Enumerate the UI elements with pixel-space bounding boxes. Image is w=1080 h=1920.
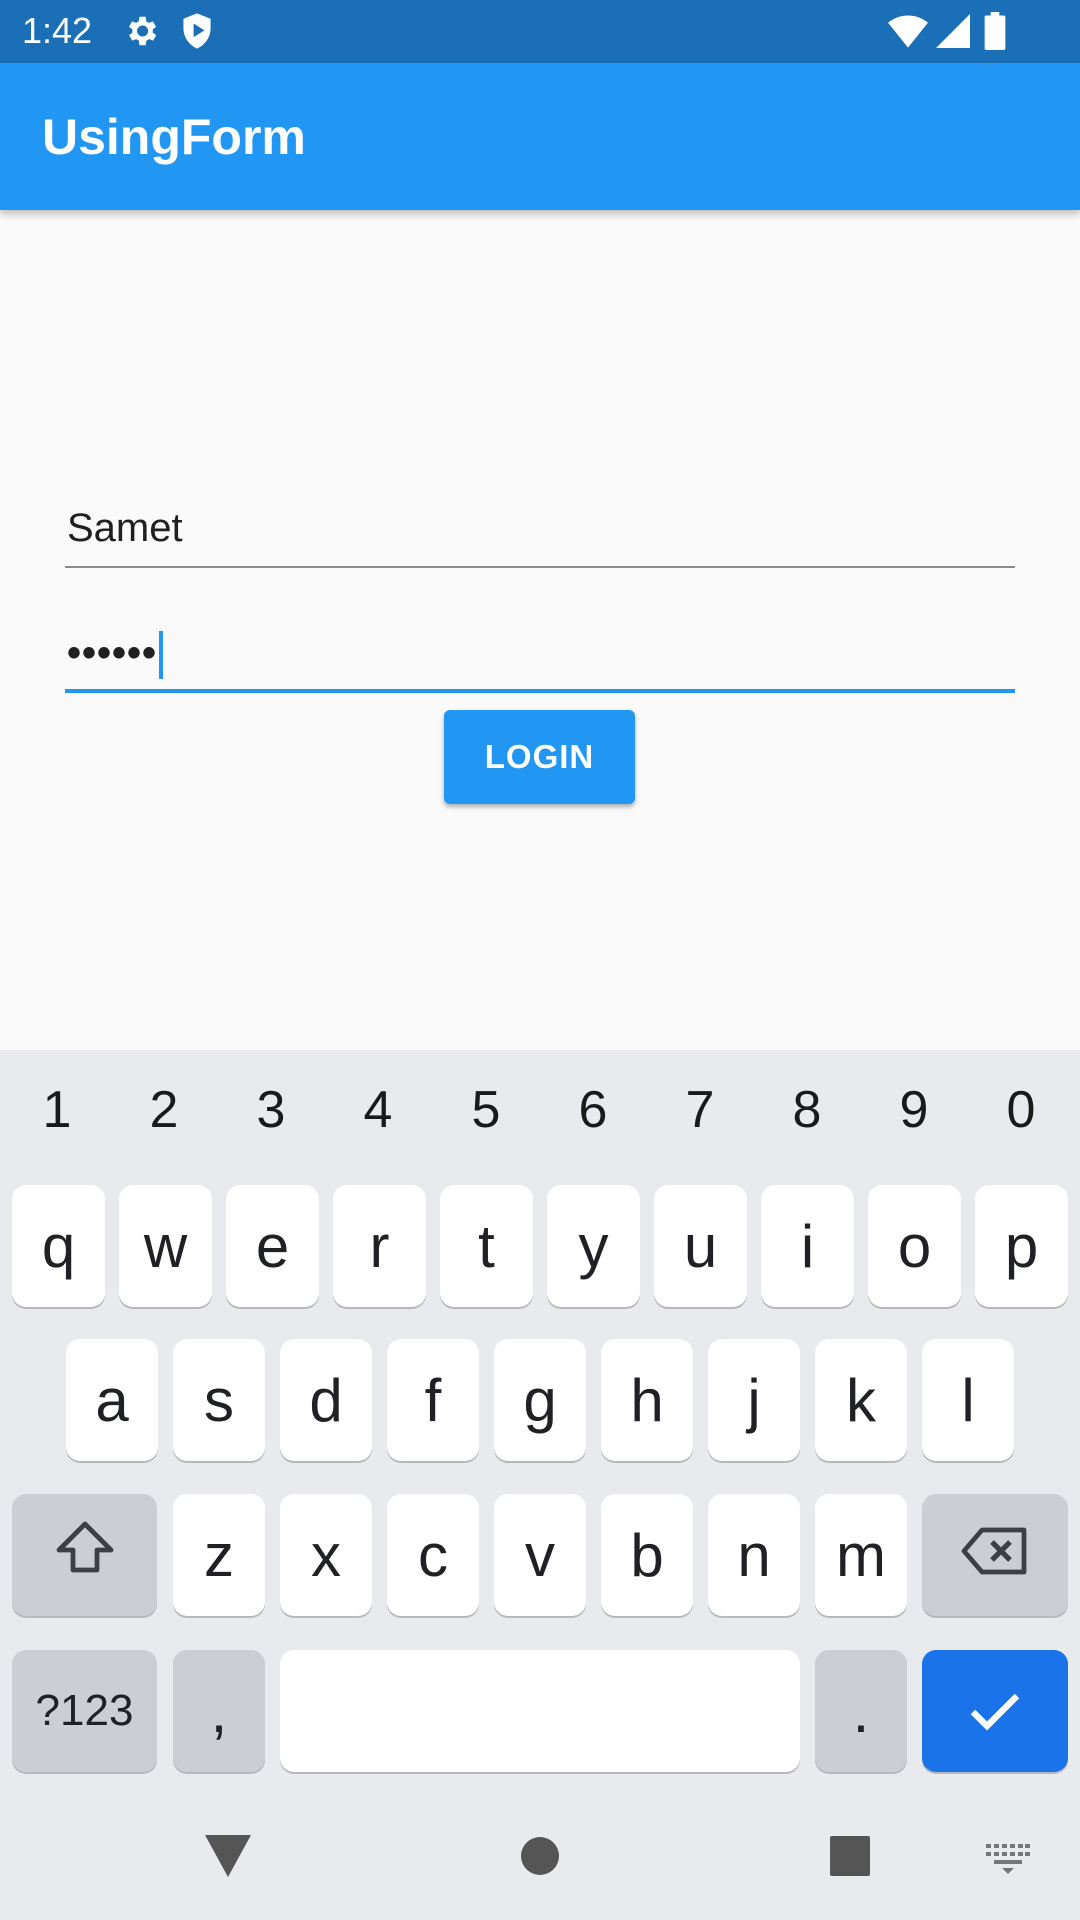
gear-icon — [122, 12, 160, 55]
key-e[interactable]: e — [226, 1185, 319, 1307]
key-1[interactable]: 1 — [27, 1080, 87, 1140]
key-v[interactable]: v — [494, 1494, 586, 1616]
key-7[interactable]: 7 — [670, 1080, 730, 1140]
key-h[interactable]: h — [601, 1339, 693, 1461]
key-4[interactable]: 4 — [348, 1080, 408, 1140]
key-3[interactable]: 3 — [241, 1080, 301, 1140]
checkmark-icon — [969, 1677, 1021, 1746]
home-icon[interactable] — [520, 1836, 560, 1881]
key-u[interactable]: u — [654, 1185, 747, 1307]
shift-icon — [55, 1520, 115, 1590]
key-d[interactable]: d — [280, 1339, 372, 1461]
app-title: UsingForm — [42, 109, 306, 165]
soft-keyboard — [0, 1050, 1080, 1920]
key-2[interactable]: 2 — [134, 1080, 194, 1140]
battery-icon — [984, 12, 1006, 55]
space-key[interactable] — [280, 1650, 800, 1772]
key-g[interactable]: g — [494, 1339, 586, 1461]
key-y[interactable]: y — [547, 1185, 640, 1307]
username-value: Samet — [67, 506, 183, 550]
username-underline — [65, 566, 1015, 568]
comma-key[interactable]: , — [173, 1650, 265, 1772]
key-m[interactable]: m — [815, 1494, 907, 1616]
key-9[interactable]: 9 — [884, 1080, 944, 1140]
done-key[interactable] — [922, 1650, 1068, 1772]
key-s[interactable]: s — [173, 1339, 265, 1461]
keyboard-switch-icon[interactable] — [986, 1844, 1030, 1879]
password-underline — [65, 689, 1015, 693]
signal-icon — [936, 14, 970, 53]
key-p[interactable]: p — [975, 1185, 1068, 1307]
symbols-key[interactable]: ?123 — [12, 1650, 157, 1772]
key-t[interactable]: t — [440, 1185, 533, 1307]
key-n[interactable]: n — [708, 1494, 800, 1616]
status-time: 1:42 — [22, 10, 93, 51]
username-field[interactable]: Samet — [65, 488, 1015, 568]
key-8[interactable]: 8 — [777, 1080, 837, 1140]
period-key[interactable]: . — [815, 1650, 907, 1772]
key-z[interactable]: z — [173, 1494, 265, 1616]
key-q[interactable]: q — [12, 1185, 105, 1307]
key-a[interactable]: a — [66, 1339, 158, 1461]
key-l[interactable]: l — [922, 1339, 1014, 1461]
key-0[interactable]: 0 — [991, 1080, 1051, 1140]
text-cursor — [159, 631, 164, 680]
password-field[interactable]: •••••• — [65, 613, 1015, 693]
key-j[interactable]: j — [708, 1339, 800, 1461]
key-5[interactable]: 5 — [456, 1080, 516, 1140]
key-f[interactable]: f — [387, 1339, 479, 1461]
backspace-key[interactable] — [922, 1494, 1068, 1616]
status-bar: 1:42 — [0, 0, 1080, 63]
key-b[interactable]: b — [601, 1494, 693, 1616]
backspace-icon — [960, 1521, 1030, 1590]
password-value: •••••• — [67, 631, 158, 675]
wifi-icon — [888, 14, 928, 53]
back-icon[interactable] — [205, 1835, 251, 1882]
key-w[interactable]: w — [119, 1185, 212, 1307]
key-i[interactable]: i — [761, 1185, 854, 1307]
app-bar: UsingForm — [0, 63, 1080, 210]
key-x[interactable]: x — [280, 1494, 372, 1616]
password-value-wrap: •••••• — [67, 631, 164, 680]
key-r[interactable]: r — [333, 1185, 426, 1307]
key-o[interactable]: o — [868, 1185, 961, 1307]
key-6[interactable]: 6 — [563, 1080, 623, 1140]
shield-icon — [180, 12, 214, 55]
shift-key[interactable] — [12, 1494, 157, 1616]
key-k[interactable]: k — [815, 1339, 907, 1461]
login-button[interactable]: LOGIN — [444, 710, 635, 804]
key-c[interactable]: c — [387, 1494, 479, 1616]
recents-icon[interactable] — [830, 1836, 870, 1881]
